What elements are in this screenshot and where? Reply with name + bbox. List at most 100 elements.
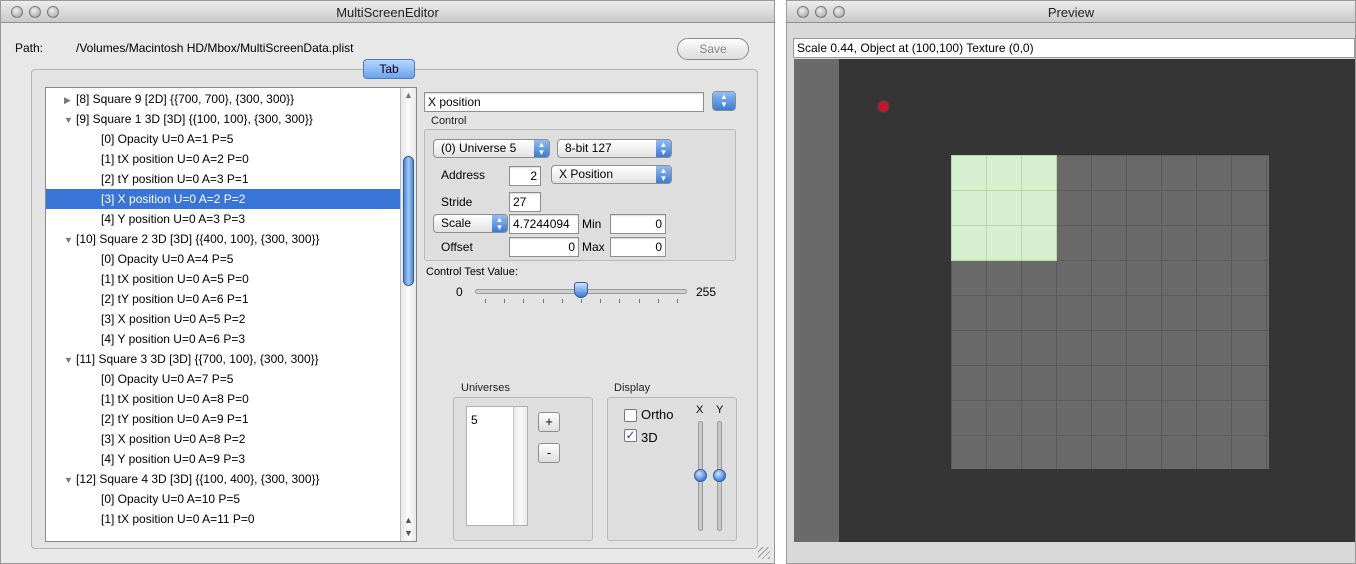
outline-row[interactable]: [3] X position U=0 A=2 P=2 [46, 189, 416, 209]
slider-thumb[interactable] [573, 282, 588, 298]
object-marker-icon [879, 102, 888, 111]
outline-row[interactable]: [2] tY position U=0 A=6 P=1 [46, 289, 416, 309]
item-name-field[interactable]: X position [424, 92, 704, 112]
ortho-checkbox[interactable] [624, 409, 637, 422]
y-slider-thumb[interactable] [713, 469, 726, 482]
slider-tick [581, 299, 582, 303]
outline-row-label: [3] X position U=0 A=8 P=2 [101, 432, 246, 446]
outline-row[interactable]: [3] X position U=0 A=8 P=2 [46, 429, 416, 449]
control-box-title: Control [431, 115, 467, 127]
max-label: Max [582, 240, 605, 254]
universe-popup-value: (0) Universe 5 [441, 141, 517, 155]
remove-universe-button[interactable]: - [538, 443, 560, 463]
property-popup[interactable]: X Position ▲ ▼ [551, 165, 672, 184]
outline-row-label: [12] Square 4 3D [3D] {{100, 400}, {300,… [76, 472, 320, 486]
outline-row-label: [1] tX position U=0 A=8 P=0 [101, 392, 249, 406]
display-box-title: Display [614, 382, 651, 394]
outline-row-label: [4] Y position U=0 A=3 P=3 [101, 212, 245, 226]
preview-window: Preview Scale 0.44, Object at (100,100) … [786, 0, 1356, 564]
preview-canvas[interactable] [839, 59, 1355, 542]
outline-row[interactable]: [0] Opacity U=0 A=4 P=5 [46, 249, 416, 269]
tab-button[interactable]: Tab [363, 59, 415, 79]
offset-label: Offset [441, 240, 473, 254]
x-slider-thumb[interactable] [694, 469, 707, 482]
disclosure-expanded-icon[interactable]: ▼ [64, 110, 74, 130]
path-label: Path: [15, 41, 44, 55]
preview-titlebar[interactable]: Preview [787, 1, 1355, 23]
preview-window-title: Preview [1047, 5, 1095, 20]
bit-depth-popup[interactable]: 8-bit 127 ▲ ▼ [557, 139, 672, 158]
outline-row[interactable]: ▼ [12] Square 4 3D [3D] {{100, 400}, {300… [46, 469, 416, 489]
disclosure-collapsed-icon[interactable]: ▶ [64, 90, 74, 110]
max-field[interactable]: 0 [610, 237, 666, 257]
preview-left-margin [794, 59, 839, 542]
outline-row[interactable]: [1] tX position U=0 A=11 P=0 [46, 509, 416, 529]
outline-row-label: [0] Opacity U=0 A=10 P=5 [101, 492, 241, 506]
slider-tick [619, 299, 621, 303]
slider-max-label: 255 [696, 285, 717, 299]
editor-titlebar[interactable]: MultiScreenEditor [1, 1, 774, 23]
disclosure-expanded-icon[interactable]: ▼ [64, 350, 74, 370]
universes-list-scrollbar[interactable] [513, 407, 527, 525]
outline-row[interactable]: [1] tX position U=0 A=8 P=0 [46, 389, 416, 409]
offset-field[interactable]: 0 [509, 237, 579, 257]
outline-row[interactable]: [2] tY position U=0 A=9 P=1 [46, 409, 416, 429]
outline-row[interactable]: [4] Y position U=0 A=3 P=3 [46, 209, 416, 229]
universe-popup[interactable]: (0) Universe 5 ▲ ▼ [433, 139, 550, 158]
bit-depth-popup-value: 8-bit 127 [565, 141, 612, 155]
item-name-menu[interactable]: ▲ ▼ [712, 91, 736, 111]
scroll-up-arrow-top-icon[interactable]: ▲ [404, 90, 413, 100]
min-field[interactable]: 0 [610, 214, 666, 234]
y-label: Y [716, 404, 724, 416]
outline-row[interactable]: ▶ [8] Square 9 [2D] {{700, 700}, {300, 30… [46, 89, 416, 109]
outline-row-label: [9] Square 1 3D [3D] {{100, 100}, {300, … [76, 112, 313, 126]
universes-list[interactable]: 5 [466, 406, 528, 526]
resize-grip-icon[interactable] [758, 547, 770, 559]
multiscreen-editor-window: MultiScreenEditor Path: /Volumes/Macinto… [0, 0, 775, 564]
outline-row[interactable]: [4] Y position U=0 A=6 P=3 [46, 329, 416, 349]
outline-row[interactable]: [3] X position U=0 A=5 P=2 [46, 309, 416, 329]
3d-label: 3D [641, 430, 658, 445]
disclosure-expanded-icon[interactable]: ▼ [64, 230, 74, 250]
outline-row-label: [4] Y position U=0 A=9 P=3 [101, 452, 245, 466]
outline-scrollbar[interactable]: ▲ ▲ ▼ [400, 88, 416, 541]
test-value-slider[interactable] [475, 281, 687, 303]
updown-arrows-icon: ▲ ▼ [492, 215, 507, 232]
universes-box-title: Universes [461, 382, 510, 394]
outline-row-label: [2] tY position U=0 A=6 P=1 [101, 292, 249, 306]
scale-popup[interactable]: Scale ▲ ▼ [433, 214, 508, 233]
outline-row[interactable]: [1] tX position U=0 A=2 P=0 [46, 149, 416, 169]
3d-checkbox[interactable]: ✓ [624, 429, 637, 442]
updown-arrows-icon: ▲ ▼ [656, 166, 671, 183]
save-button[interactable]: Save [677, 38, 749, 60]
address-field[interactable]: 2 [509, 166, 541, 186]
stride-label: Stride [441, 195, 473, 209]
x-label: X [696, 404, 704, 416]
slider-tick [600, 299, 602, 303]
outline-row[interactable]: [0] Opacity U=0 A=1 P=5 [46, 129, 416, 149]
preview-info-bar: Scale 0.44, Object at (100,100) Texture … [793, 38, 1355, 58]
outline-row[interactable]: ▼ [10] Square 2 3D [3D] {{400, 100}, {300… [46, 229, 416, 249]
outline-row[interactable]: [0] Opacity U=0 A=10 P=5 [46, 489, 416, 509]
scale-field[interactable]: 4.7244094 [509, 214, 579, 234]
scroll-knob[interactable] [403, 156, 414, 286]
outline-row[interactable]: ▼ [9] Square 1 3D [3D] {{100, 100}, {300,… [46, 109, 416, 129]
outline-row[interactable]: ▼ [11] Square 3 3D [3D] {{700, 100}, {300… [46, 349, 416, 369]
scale-popup-value: Scale [441, 216, 472, 230]
outline-row-label: [1] tX position U=0 A=11 P=0 [101, 512, 255, 526]
items-outline-view[interactable]: ▶ [8] Square 9 [2D] {{700, 700}, {300, 30… [45, 87, 417, 542]
scroll-down-arrow-icon[interactable]: ▼ [404, 528, 413, 538]
outline-row[interactable]: [1] tX position U=0 A=5 P=0 [46, 269, 416, 289]
disclosure-expanded-icon[interactable]: ▼ [64, 470, 74, 490]
outline-row[interactable]: [2] tY position U=0 A=3 P=1 [46, 169, 416, 189]
outline-row-label: [1] tX position U=0 A=5 P=0 [101, 272, 249, 286]
stride-field[interactable]: 27 [509, 192, 541, 212]
min-label: Min [582, 217, 602, 231]
slider-tick [657, 299, 659, 303]
universes-list-item[interactable]: 5 [471, 413, 478, 427]
scroll-up-arrow-icon[interactable]: ▲ [404, 515, 413, 525]
add-universe-button[interactable]: + [538, 412, 560, 432]
outline-row-label: [0] Opacity U=0 A=4 P=5 [101, 252, 234, 266]
outline-row[interactable]: [0] Opacity U=0 A=7 P=5 [46, 369, 416, 389]
outline-row[interactable]: [4] Y position U=0 A=9 P=3 [46, 449, 416, 469]
